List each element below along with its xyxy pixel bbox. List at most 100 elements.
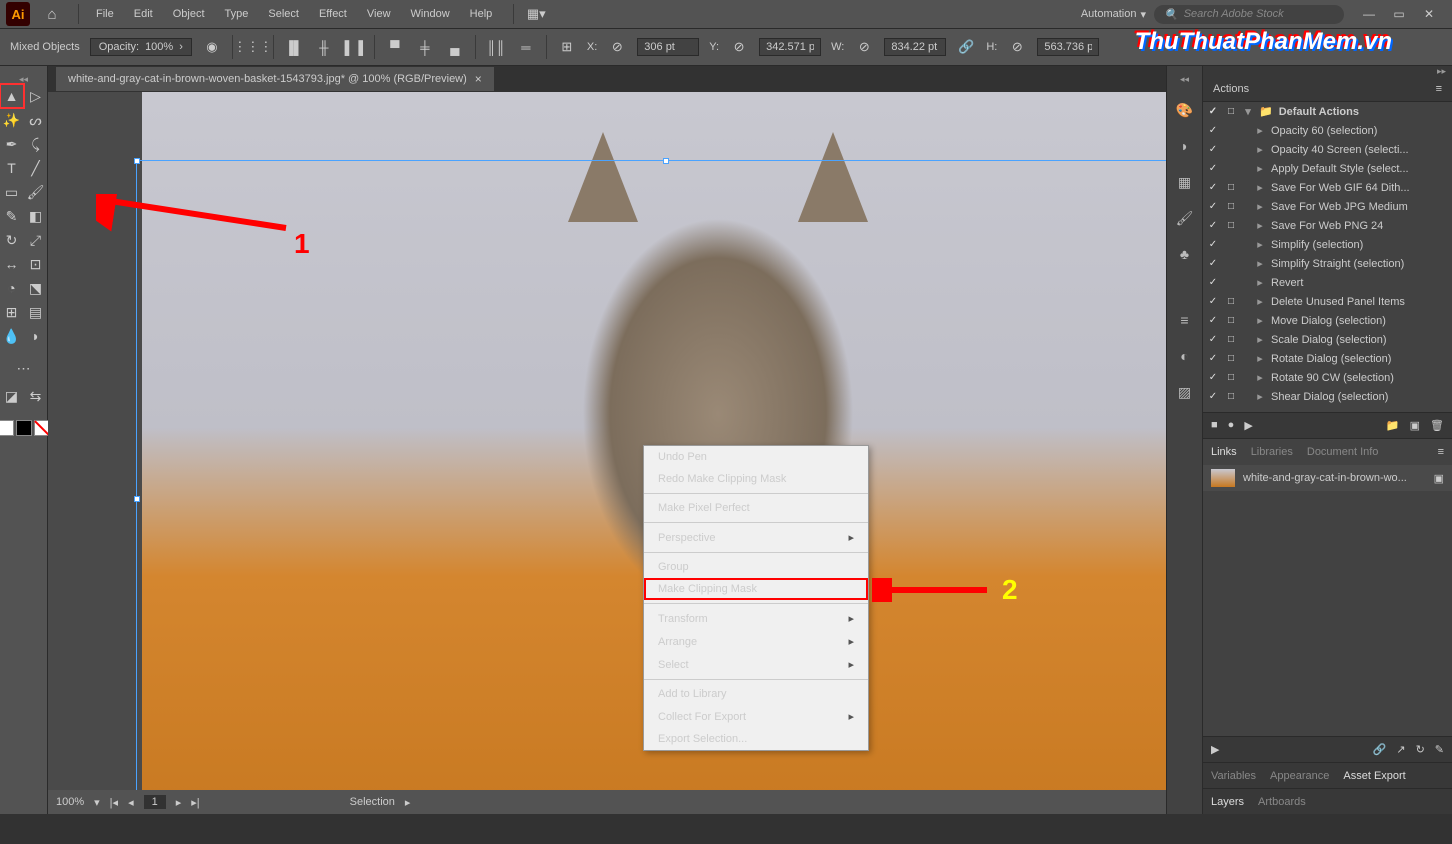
selection-tool[interactable]: ▲ [0,84,24,108]
tab-asset-export[interactable]: Asset Export [1343,770,1405,782]
action-folder[interactable]: ✓□▾📁Default Actions [1203,102,1452,121]
shape-builder-tool[interactable]: ◔ [0,276,24,300]
distribute-h-icon[interactable]: ║║ [486,37,506,57]
swatches-panel-icon[interactable]: ▦ [1174,171,1196,193]
menu-effect[interactable]: Effect [310,4,356,24]
tab-appearance[interactable]: Appearance [1270,770,1329,782]
menu-window[interactable]: Window [402,4,459,24]
type-tool[interactable]: T [0,156,24,180]
edit-original-icon[interactable]: ✎ [1435,743,1444,756]
align-right-icon[interactable]: ▌▐ [344,37,364,57]
menu-view[interactable]: View [358,4,400,24]
magic-wand-tool[interactable]: ✨ [0,108,24,132]
new-action-icon[interactable]: ▣ [1410,419,1420,432]
relink-icon[interactable]: 🔗 [1373,743,1387,756]
artboard-nav-first-icon[interactable]: |◂ [110,796,118,809]
close-button[interactable]: ✕ [1418,5,1440,23]
action-item[interactable]: ✓ ▸Apply Default Style (select... [1203,159,1452,178]
arrange-documents-icon[interactable]: ▦▾ [526,4,546,24]
cm-pixel-perfect[interactable]: Make Pixel Perfect [644,497,868,519]
gradient-tool[interactable]: ▤ [24,300,48,324]
style-icon[interactable]: ◉ [202,37,222,57]
free-transform-tool[interactable]: ⊡ [24,252,48,276]
record-icon[interactable]: ● [1228,419,1235,432]
tab-libraries[interactable]: Libraries [1251,446,1293,458]
menu-help[interactable]: Help [461,4,502,24]
w-input[interactable] [884,38,946,56]
tab-variables[interactable]: Variables [1211,770,1256,782]
menu-edit[interactable]: Edit [125,4,162,24]
brushes-panel-icon[interactable]: 🖌 [1174,207,1196,229]
link-wh-icon[interactable]: 🔗 [956,37,976,57]
cm-export-selection[interactable]: Export Selection... [644,728,868,750]
show-more-icon[interactable]: ▶ [1211,743,1219,756]
action-item[interactable]: ✓□▸Save For Web JPG Medium [1203,197,1452,216]
action-item[interactable]: ✓ ▸Opacity 40 Screen (selecti... [1203,140,1452,159]
new-set-icon[interactable]: 📁 [1386,419,1400,432]
action-item[interactable]: ✓□▸Scale Dialog (selection) [1203,330,1452,349]
minimize-button[interactable]: — [1358,5,1380,23]
x-input[interactable] [637,38,699,56]
action-item[interactable]: ✓□▸Rotate Dialog (selection) [1203,349,1452,368]
edit-toolbar[interactable]: ⋯ [0,356,47,380]
automation-dropdown[interactable]: Automation▾ [1081,8,1146,21]
mesh-tool[interactable]: ⊞ [0,300,24,324]
color-panel-icon[interactable]: 🎨 [1174,99,1196,121]
action-item[interactable]: ✓ ▸Opacity 60 (selection) [1203,121,1452,140]
cm-group[interactable]: Group [644,556,868,578]
menu-select[interactable]: Select [259,4,308,24]
artboard-nav-prev-icon[interactable]: ◂ [128,796,134,809]
align-hcenter-icon[interactable]: ╫ [314,37,334,57]
lasso-tool[interactable]: ᔕ [24,108,48,132]
close-tab-icon[interactable]: × [475,72,482,86]
panel-menu-icon[interactable]: ≡ [1438,446,1444,458]
search-input[interactable]: 🔍Search Adobe Stock [1154,5,1344,24]
menu-object[interactable]: Object [164,4,214,24]
cm-undo[interactable]: Undo Pen [644,446,868,468]
swap-fill-stroke[interactable]: ⇆ [24,384,48,408]
eyedropper-tool[interactable]: 💧 [0,324,24,348]
blend-tool[interactable]: ◗ [24,324,48,348]
opacity-control[interactable]: Opacity:100%› [90,38,192,56]
tab-links[interactable]: Links [1211,446,1237,458]
align-left-icon[interactable]: ▐▌ [284,37,304,57]
paintbrush-tool[interactable]: 🖌 [24,180,48,204]
action-item[interactable]: ✓□▸Move Dialog (selection) [1203,311,1452,330]
align-bottom-icon[interactable]: ▄ [445,37,465,57]
artboard-nav-last-icon[interactable]: ▸| [191,796,199,809]
cm-redo[interactable]: Redo Make Clipping Mask [644,468,868,490]
perspective-tool[interactable]: ⬔ [24,276,48,300]
rectangle-tool[interactable]: ▭ [0,180,24,204]
action-item[interactable]: ✓□▸Shear Dialog (selection) [1203,387,1452,406]
tab-artboards[interactable]: Artboards [1258,796,1306,808]
action-item[interactable]: ✓ ▸Revert [1203,273,1452,292]
home-icon[interactable]: ⌂ [42,4,62,24]
maximize-button[interactable]: ▭ [1388,5,1410,23]
action-item[interactable]: ✓ ▸Simplify (selection) [1203,235,1452,254]
action-item[interactable]: ✓□▸Save For Web GIF 64 Dith... [1203,178,1452,197]
color-swatches[interactable] [0,420,50,436]
goto-link-icon[interactable]: ↗ [1396,743,1405,756]
color-guide-icon[interactable]: ◗ [1174,135,1196,157]
cm-select[interactable]: Select▸ [644,653,868,676]
scale-tool[interactable]: ⤢ [24,228,48,252]
h-input[interactable] [1037,38,1099,56]
direct-selection-tool[interactable]: ▷ [24,84,48,108]
align-vcenter-icon[interactable]: ╪ [415,37,435,57]
cm-transform[interactable]: Transform▸ [644,607,868,630]
zoom-level[interactable]: 100% [56,796,84,808]
line-tool[interactable]: ╱ [24,156,48,180]
action-item[interactable]: ✓□▸Delete Unused Panel Items [1203,292,1452,311]
transform-anchor-icon[interactable]: ⊞ [557,37,577,57]
play-icon[interactable]: ▶ [1244,419,1252,432]
artboard-nav-next-icon[interactable]: ▸ [176,796,182,809]
stroke-panel-icon[interactable]: ≡ [1174,309,1196,331]
distribute-v-icon[interactable]: ═ [516,37,536,57]
y-input[interactable] [759,38,821,56]
menu-file[interactable]: File [87,4,123,24]
action-item[interactable]: ✓□▸Rotate 90 CW (selection) [1203,368,1452,387]
action-item[interactable]: ✓□▸Save For Web PNG 24 [1203,216,1452,235]
document-tab[interactable]: white-and-gray-cat-in-brown-woven-basket… [56,67,494,91]
tab-layers[interactable]: Layers [1211,796,1244,808]
width-tool[interactable]: ↔ [0,252,24,276]
